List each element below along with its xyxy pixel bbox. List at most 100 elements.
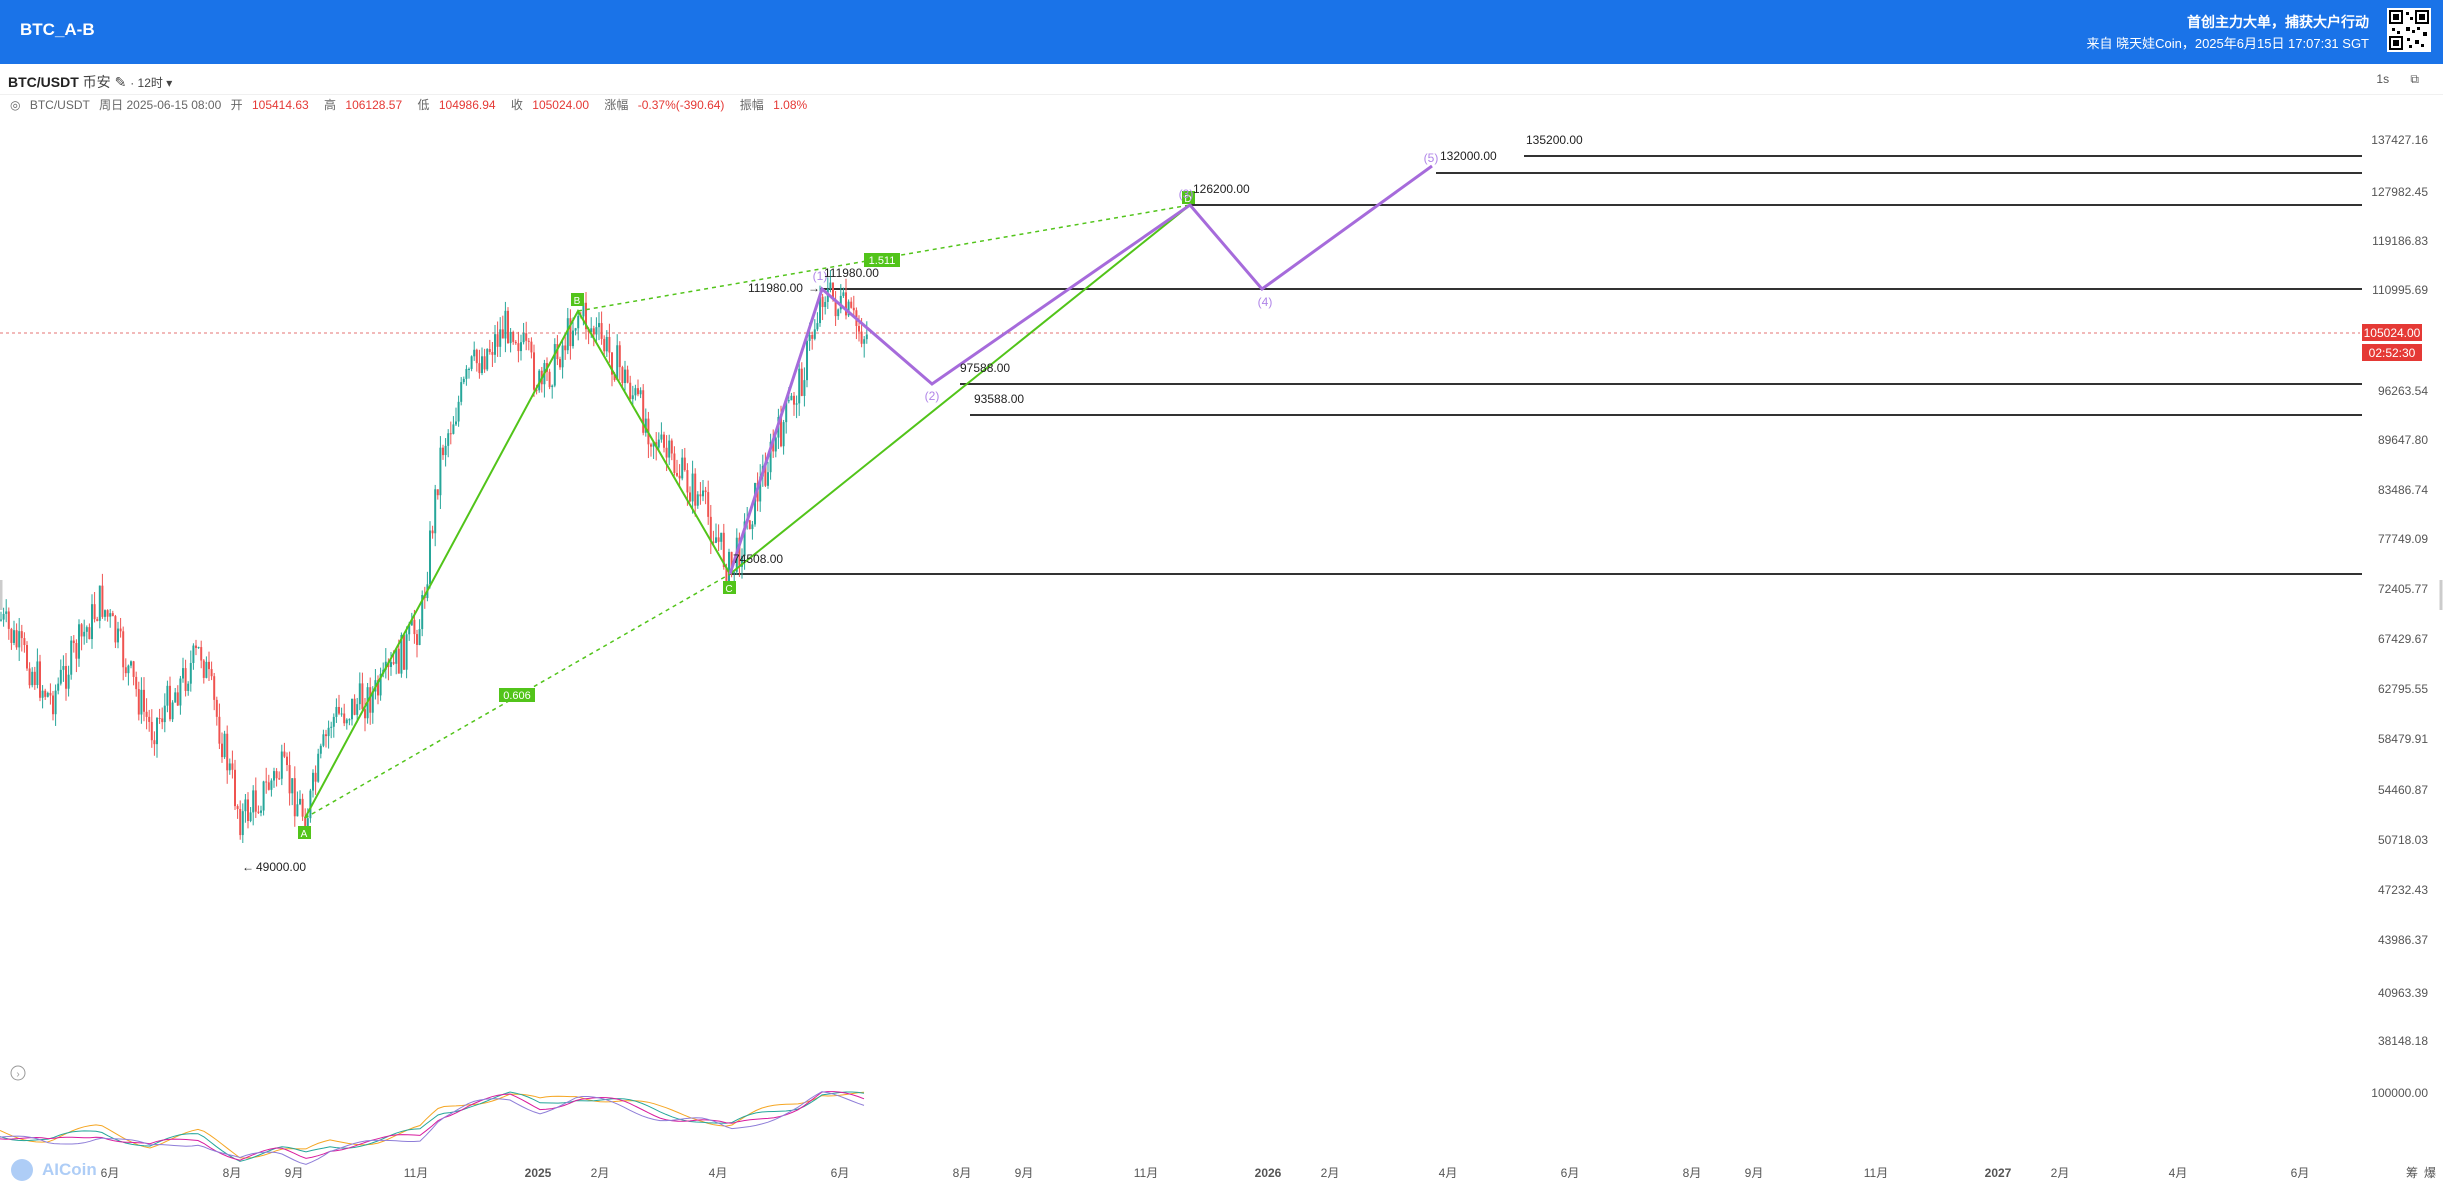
label-126200: 126200.00 xyxy=(1193,182,1250,196)
candle-body xyxy=(182,668,184,679)
indicator-pane: › xyxy=(0,1065,865,1165)
candle-body xyxy=(75,643,78,659)
candle-body xyxy=(286,756,288,766)
price-tick: 50718.03 xyxy=(2378,833,2428,847)
candle-body xyxy=(70,640,73,675)
candle-body xyxy=(351,698,353,720)
candle-body xyxy=(309,790,312,819)
candle-body xyxy=(561,345,564,368)
price-tick: 89647.80 xyxy=(2378,433,2428,447)
candle-body xyxy=(291,778,294,794)
candle-body xyxy=(41,690,44,698)
candle-body xyxy=(31,671,34,686)
wave-projection[interactable]: (1) (2) (3) (4) (5) xyxy=(728,151,1439,575)
candle-body xyxy=(312,772,314,791)
candle-body xyxy=(208,661,210,670)
time-tick: 2月 xyxy=(1321,1166,1340,1180)
price-axis: 137427.16 127982.45 119186.83 110995.69 9626… xyxy=(2371,133,2428,1100)
candle-body xyxy=(353,698,356,715)
candle-body xyxy=(390,662,392,667)
candle-body xyxy=(624,369,626,384)
candle-body xyxy=(442,447,444,456)
time-tick: 11月 xyxy=(1134,1166,1158,1180)
candle-body xyxy=(189,663,192,684)
candle-body xyxy=(598,323,600,328)
candle-body xyxy=(345,719,348,724)
chip-icon[interactable]: 筹 xyxy=(2406,1166,2418,1180)
candle-body xyxy=(858,325,860,332)
time-tick: 6月 xyxy=(1561,1166,1580,1180)
time-tick: 2027 xyxy=(1985,1166,2012,1180)
candle-body xyxy=(163,705,166,723)
candle-body xyxy=(413,619,416,635)
candle-body xyxy=(223,733,226,758)
time-tick: 11月 xyxy=(1864,1166,1888,1180)
candle-body xyxy=(553,344,556,386)
label-93588: 93588.00 xyxy=(974,392,1024,406)
candle-body xyxy=(470,356,473,369)
candle-body xyxy=(434,489,437,534)
candle-body xyxy=(668,440,671,458)
candle-body xyxy=(135,676,138,690)
candle-body xyxy=(267,782,270,790)
candle-body xyxy=(678,475,681,479)
price-tick: 67429.67 xyxy=(2378,632,2428,646)
point-a-label: A xyxy=(301,829,308,840)
label-135200: 135200.00 xyxy=(1526,133,1583,147)
label-74508: 74508.00 xyxy=(733,552,783,566)
candle-body xyxy=(657,439,660,448)
price-tick: 100000.00 xyxy=(2371,1086,2428,1100)
candle-body xyxy=(629,382,632,400)
candle-body xyxy=(361,683,364,710)
candle-body xyxy=(512,331,515,342)
candle-body xyxy=(462,378,465,383)
candle-body xyxy=(158,718,161,720)
candle-body xyxy=(431,530,434,534)
candle-body xyxy=(522,333,525,343)
time-tick: 9月 xyxy=(285,1166,304,1180)
candle-body xyxy=(842,292,845,296)
price-tick: 83486.74 xyxy=(2378,483,2428,497)
wave-5-label: (5) xyxy=(1424,151,1439,165)
candle-body xyxy=(44,690,47,697)
candle-body xyxy=(621,367,624,384)
candle-body xyxy=(501,329,504,339)
candle-body xyxy=(605,336,608,352)
candle-body xyxy=(278,778,281,780)
candle-body xyxy=(130,661,132,666)
candle-body xyxy=(392,662,395,664)
candle-body xyxy=(317,753,320,782)
candle-body xyxy=(143,689,145,712)
candle-body xyxy=(80,624,83,637)
candle-body xyxy=(717,537,720,542)
candle-body xyxy=(314,772,317,782)
candle-body xyxy=(499,329,502,347)
candle-body xyxy=(236,806,239,809)
candle-body xyxy=(574,328,577,331)
label-132000: 132000.00 xyxy=(1440,149,1497,163)
candle-body xyxy=(195,645,197,649)
candle-body xyxy=(676,472,678,476)
candle-body xyxy=(514,341,517,344)
time-tick: 4月 xyxy=(2169,1166,2188,1180)
candle-body xyxy=(548,371,551,388)
label-111980-right: 111980.00 xyxy=(824,266,879,280)
candle-body xyxy=(704,490,707,493)
candle-body xyxy=(478,363,481,374)
candle-body xyxy=(83,631,86,637)
candle-body xyxy=(330,726,333,728)
candle-body xyxy=(39,661,41,698)
candle-body xyxy=(481,356,483,374)
candle-body xyxy=(608,336,611,353)
candle-body xyxy=(631,395,634,400)
candle-body xyxy=(663,434,665,448)
time-tick: 9月 xyxy=(1745,1166,1764,1180)
candle-body xyxy=(62,666,65,670)
burst-icon[interactable]: 爆 xyxy=(2424,1166,2436,1180)
candle-body xyxy=(228,763,231,771)
candle-body xyxy=(244,799,247,812)
price-chart[interactable]: 137427.16 127982.45 119186.83 110995.69 9626… xyxy=(0,0,2443,1188)
price-tick: 43986.37 xyxy=(2378,933,2428,947)
candle-body xyxy=(205,661,208,678)
candle-body xyxy=(327,727,330,737)
